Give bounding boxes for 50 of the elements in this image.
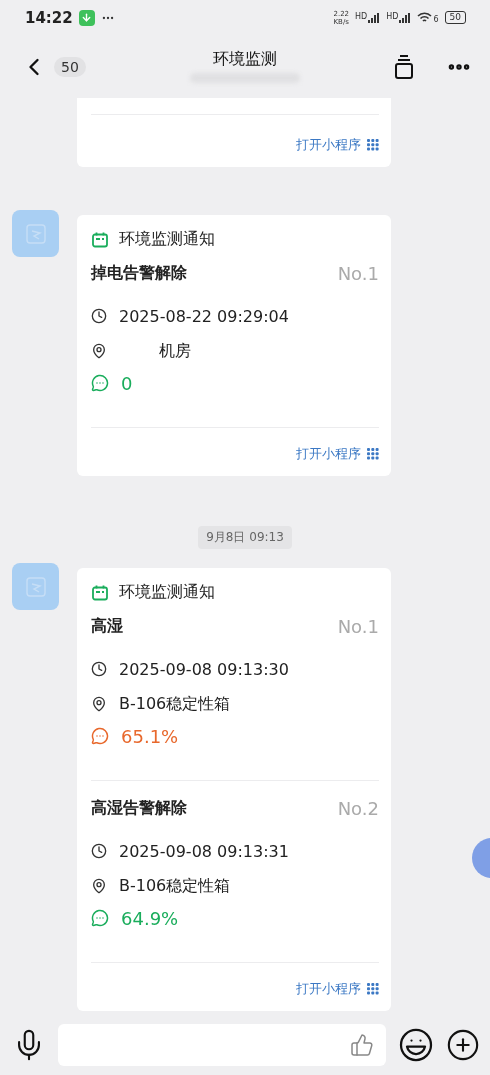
network-type: HD — [355, 12, 368, 21]
open-mini-program-link[interactable]: 打开小程序 — [296, 980, 361, 998]
alert-title: 高湿告警解除 — [91, 797, 187, 819]
grid-icon — [367, 448, 379, 460]
card-header: 环境监测通知 — [119, 229, 215, 250]
wifi-icon — [417, 11, 433, 24]
timestamp: 9月8日 09:13 — [198, 526, 292, 549]
entry-number: No.1 — [337, 262, 379, 284]
alert-reading: 65.1% — [121, 725, 179, 747]
location-pin-icon — [91, 878, 107, 894]
clock-icon — [91, 308, 107, 324]
chat-title: 环境监测 — [213, 49, 277, 70]
calendar-icon — [91, 583, 109, 602]
alert-location: B-106稳定性箱 — [119, 875, 231, 897]
alert-location: 机房 — [159, 340, 191, 362]
avatar-icon — [12, 563, 59, 610]
signal-icon — [399, 12, 412, 23]
alert-time: 2025-08-22 09:29:04 — [119, 306, 289, 326]
card-header: 环境监测通知 — [119, 582, 215, 603]
clock-icon — [91, 661, 107, 677]
wifi-label: 6 — [433, 15, 439, 24]
entry-number: No.2 — [337, 797, 379, 819]
alert-reading: 64.9% — [121, 907, 179, 929]
clock-time: 14:22 — [25, 8, 73, 27]
alert-reading: 0 — [121, 372, 133, 394]
location-pin-icon — [91, 696, 107, 712]
location-pin-icon — [91, 343, 107, 359]
thumbs-up-icon[interactable] — [350, 1033, 374, 1057]
signal-icon — [368, 12, 381, 23]
alert-location: B-106稳定性箱 — [119, 693, 231, 715]
open-mini-program-link[interactable]: 打开小程序 — [296, 445, 361, 463]
entry-number: No.1 — [337, 615, 379, 637]
emoji-button[interactable] — [398, 1027, 434, 1063]
alert-time: 2025-09-08 09:13:31 — [119, 841, 289, 861]
window-stack-icon[interactable] — [394, 53, 414, 80]
calendar-icon — [91, 230, 109, 249]
alert-title: 掉电告警解除 — [91, 262, 187, 284]
alert-time: 2025-09-08 09:13:30 — [119, 659, 289, 679]
alert-title: 高湿 — [91, 615, 123, 637]
open-mini-program-link[interactable]: 打开小程序 — [296, 136, 361, 154]
battery-level: 50 — [444, 11, 466, 24]
avatar-icon — [12, 210, 59, 257]
unread-count: 50 — [54, 56, 86, 77]
network-type: HD — [386, 12, 399, 21]
download-icon — [78, 9, 95, 26]
clock-icon — [91, 843, 107, 859]
add-button[interactable] — [446, 1028, 480, 1062]
grid-icon — [367, 983, 379, 995]
message-input[interactable] — [58, 1024, 386, 1066]
grid-icon — [367, 139, 379, 151]
